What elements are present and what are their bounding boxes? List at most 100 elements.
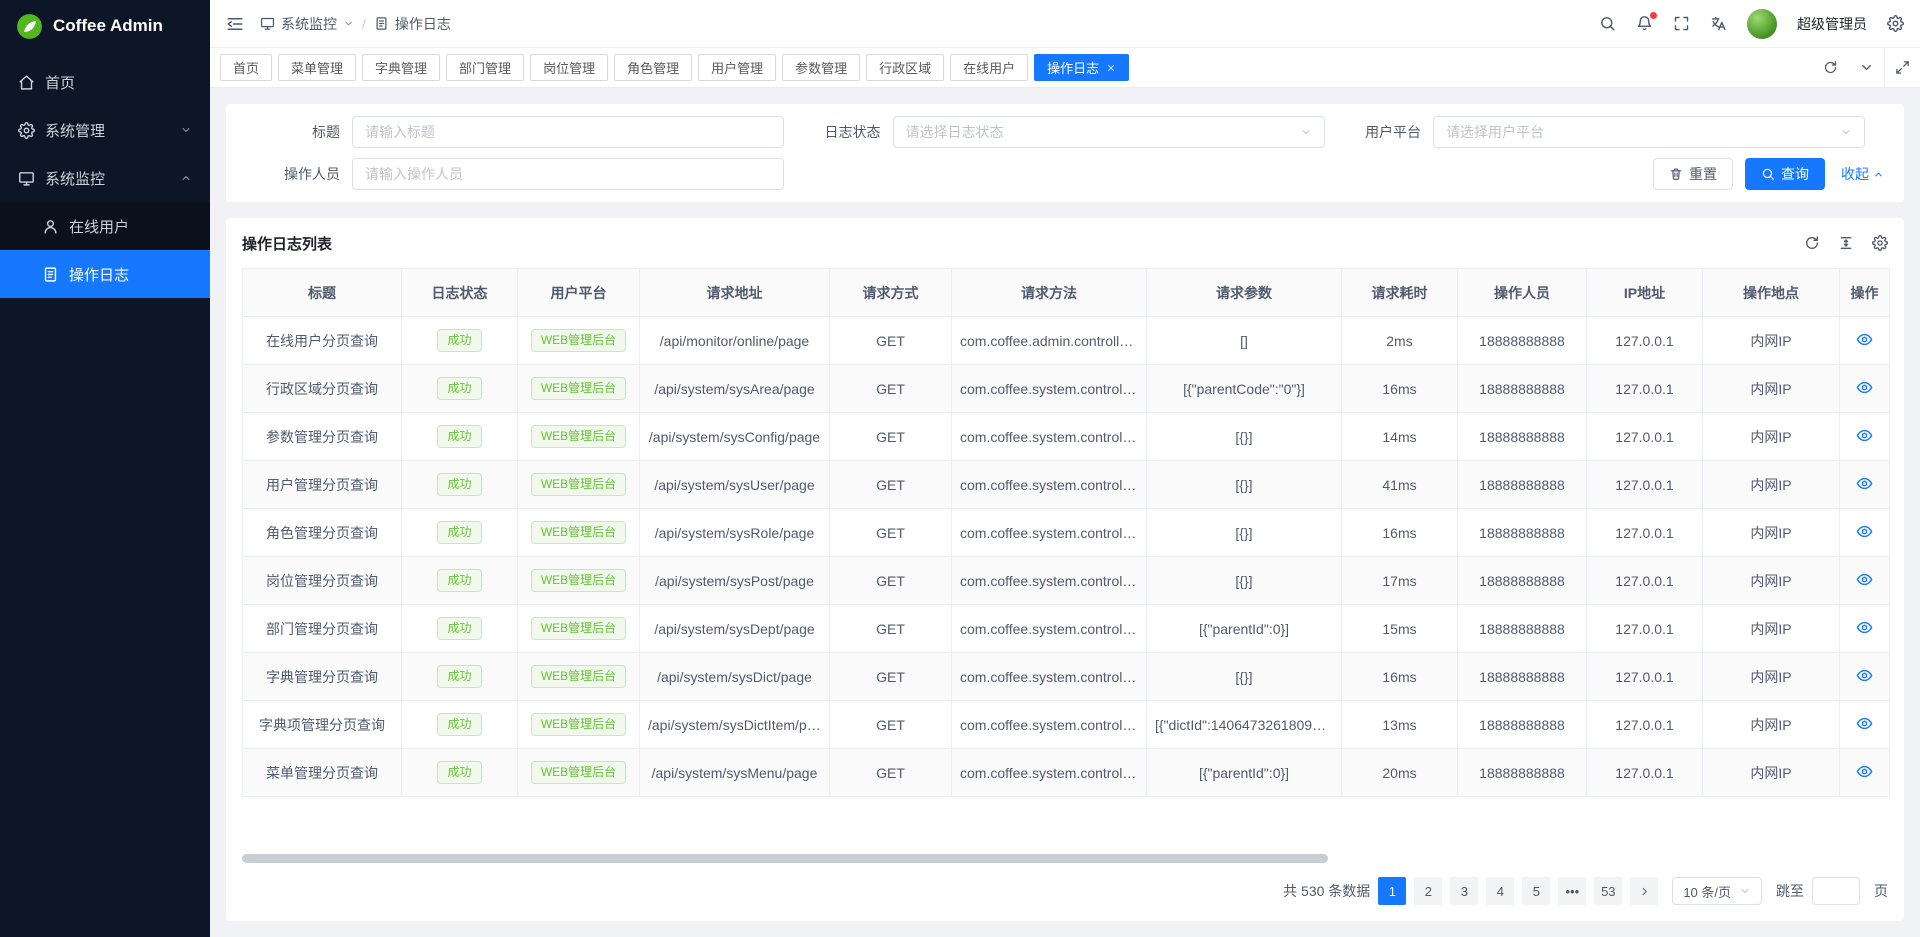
view-detail-eye-icon[interactable] — [1856, 331, 1873, 348]
tab-item[interactable]: 字典管理 — [362, 54, 440, 81]
sidebar-item-online-users[interactable]: 在线用户 — [0, 202, 210, 250]
table-toolbar — [1804, 235, 1888, 251]
sidebar-item-label: 系统监控 — [45, 168, 105, 189]
table-row: 用户管理分页查询成功WEB管理后台/api/system/sysUser/pag… — [243, 461, 1890, 509]
tab-item[interactable]: 角色管理 — [614, 54, 692, 81]
page-button[interactable]: 3 — [1450, 877, 1478, 905]
cell-status: 成功 — [402, 461, 518, 509]
jump-page-input[interactable] — [1812, 877, 1860, 905]
table-settings-icon[interactable] — [1872, 235, 1888, 251]
reset-button[interactable]: 重置 — [1653, 158, 1733, 190]
monitor-icon — [18, 170, 35, 187]
next-page-button[interactable] — [1630, 877, 1658, 905]
tab-item[interactable]: 行政区域 — [866, 54, 944, 81]
view-detail-eye-icon[interactable] — [1856, 427, 1873, 444]
title-input[interactable] — [352, 116, 784, 148]
refresh-icon[interactable] — [1812, 48, 1848, 87]
page-button[interactable]: 4 — [1486, 877, 1514, 905]
page-button[interactable]: 1 — [1378, 877, 1406, 905]
sidebar-item-label: 系统管理 — [45, 120, 105, 141]
scrollbar-thumb[interactable] — [242, 854, 1328, 863]
cell-operator: 18888888888 — [1458, 413, 1587, 461]
tab-item[interactable]: 在线用户 — [950, 54, 1028, 81]
cell-status: 成功 — [402, 509, 518, 557]
status-tag: 成功 — [437, 713, 481, 737]
cell-params: [] — [1147, 317, 1342, 365]
view-detail-eye-icon[interactable] — [1856, 763, 1873, 780]
panel-header: 操作日志列表 — [242, 218, 1888, 268]
cell-method: GET — [830, 749, 952, 797]
view-detail-eye-icon[interactable] — [1856, 715, 1873, 732]
horizontal-scrollbar[interactable] — [242, 854, 1888, 863]
cell-duration: 15ms — [1342, 605, 1458, 653]
view-detail-eye-icon[interactable] — [1856, 475, 1873, 492]
collapse-filter-link[interactable]: 收起 — [1841, 164, 1884, 184]
cell-actions — [1840, 605, 1890, 653]
column-height-icon[interactable] — [1838, 235, 1854, 251]
platform-tag: WEB管理后台 — [531, 665, 626, 689]
search-icon[interactable] — [1599, 15, 1616, 32]
cell-location: 内网IP — [1703, 365, 1840, 413]
tab-item[interactable]: 岗位管理 — [530, 54, 608, 81]
cell-location: 内网IP — [1703, 749, 1840, 797]
view-detail-eye-icon[interactable] — [1856, 667, 1873, 684]
sidebar-item-system-monitor[interactable]: 系统监控 — [0, 154, 210, 202]
cell-duration: 16ms — [1342, 365, 1458, 413]
page-size-select[interactable]: 10 条/页 — [1672, 877, 1762, 905]
cell-ip: 127.0.0.1 — [1587, 365, 1703, 413]
platform-tag: WEB管理后台 — [531, 425, 626, 449]
page-button[interactable]: 53 — [1594, 877, 1622, 905]
chevron-up-icon — [1873, 169, 1884, 180]
tab-item[interactable]: 部门管理 — [446, 54, 524, 81]
operator-input[interactable] — [352, 158, 784, 190]
view-detail-eye-icon[interactable] — [1856, 571, 1873, 588]
view-detail-eye-icon[interactable] — [1856, 379, 1873, 396]
tab-item[interactable]: 首页 — [220, 54, 272, 81]
cell-actions — [1840, 365, 1890, 413]
log-status-select[interactable]: 请选择日志状态 — [893, 116, 1325, 148]
title-input-field[interactable] — [365, 124, 771, 140]
user-platform-select[interactable]: 请选择用户平台 — [1433, 116, 1865, 148]
sidebar-item-system-management[interactable]: 系统管理 — [0, 106, 210, 154]
logo-icon — [16, 13, 43, 40]
cell-operator: 18888888888 — [1458, 509, 1587, 557]
search-button[interactable]: 查询 — [1745, 158, 1825, 190]
sidebar-item-home[interactable]: 首页 — [0, 58, 210, 106]
fullscreen-icon[interactable] — [1673, 15, 1690, 32]
tab-item[interactable]: 用户管理 — [698, 54, 776, 81]
translate-icon[interactable] — [1710, 15, 1727, 32]
chevron-up-icon — [180, 172, 192, 184]
breadcrumb-item-system-monitor[interactable]: 系统监控 — [260, 14, 354, 34]
username[interactable]: 超级管理员 — [1797, 14, 1867, 34]
filter-field-title: 标题 — [246, 116, 787, 148]
page-button[interactable]: 2 — [1414, 877, 1442, 905]
settings-gear-icon[interactable] — [1887, 15, 1904, 32]
bell-icon[interactable] — [1636, 15, 1653, 32]
cell-url: /api/monitor/online/page — [640, 317, 830, 365]
breadcrumb-item-operation-log[interactable]: 操作日志 — [374, 14, 451, 34]
sidebar-collapse-icon[interactable] — [226, 15, 244, 33]
cell-duration: 16ms — [1342, 509, 1458, 557]
cell-method: GET — [830, 365, 952, 413]
view-detail-eye-icon[interactable] — [1856, 523, 1873, 540]
expand-icon[interactable] — [1884, 48, 1920, 87]
avatar[interactable] — [1747, 9, 1777, 39]
operator-input-field[interactable] — [365, 166, 771, 182]
view-detail-eye-icon[interactable] — [1856, 619, 1873, 636]
select-placeholder: 请选择日志状态 — [906, 122, 1300, 142]
topbar: 系统监控 / 操作日志 超级管理员 — [210, 0, 1920, 48]
tab-item[interactable]: 操作日志 — [1034, 54, 1129, 81]
tab-item[interactable]: 菜单管理 — [278, 54, 356, 81]
cell-operator: 18888888888 — [1458, 461, 1587, 509]
refresh-icon[interactable] — [1804, 235, 1820, 251]
page-ellipsis-button[interactable]: ••• — [1558, 877, 1586, 905]
tab-item[interactable]: 参数管理 — [782, 54, 860, 81]
platform-tag: WEB管理后台 — [531, 713, 626, 737]
cell-ip: 127.0.0.1 — [1587, 461, 1703, 509]
cell-duration: 13ms — [1342, 701, 1458, 749]
chevron-down-icon[interactable] — [1848, 48, 1884, 87]
cell-func: com.coffee.system.controlle... — [952, 365, 1147, 413]
tab-close-icon[interactable] — [1106, 63, 1116, 73]
page-button[interactable]: 5 — [1522, 877, 1550, 905]
sidebar-item-operation-log[interactable]: 操作日志 — [0, 250, 210, 298]
